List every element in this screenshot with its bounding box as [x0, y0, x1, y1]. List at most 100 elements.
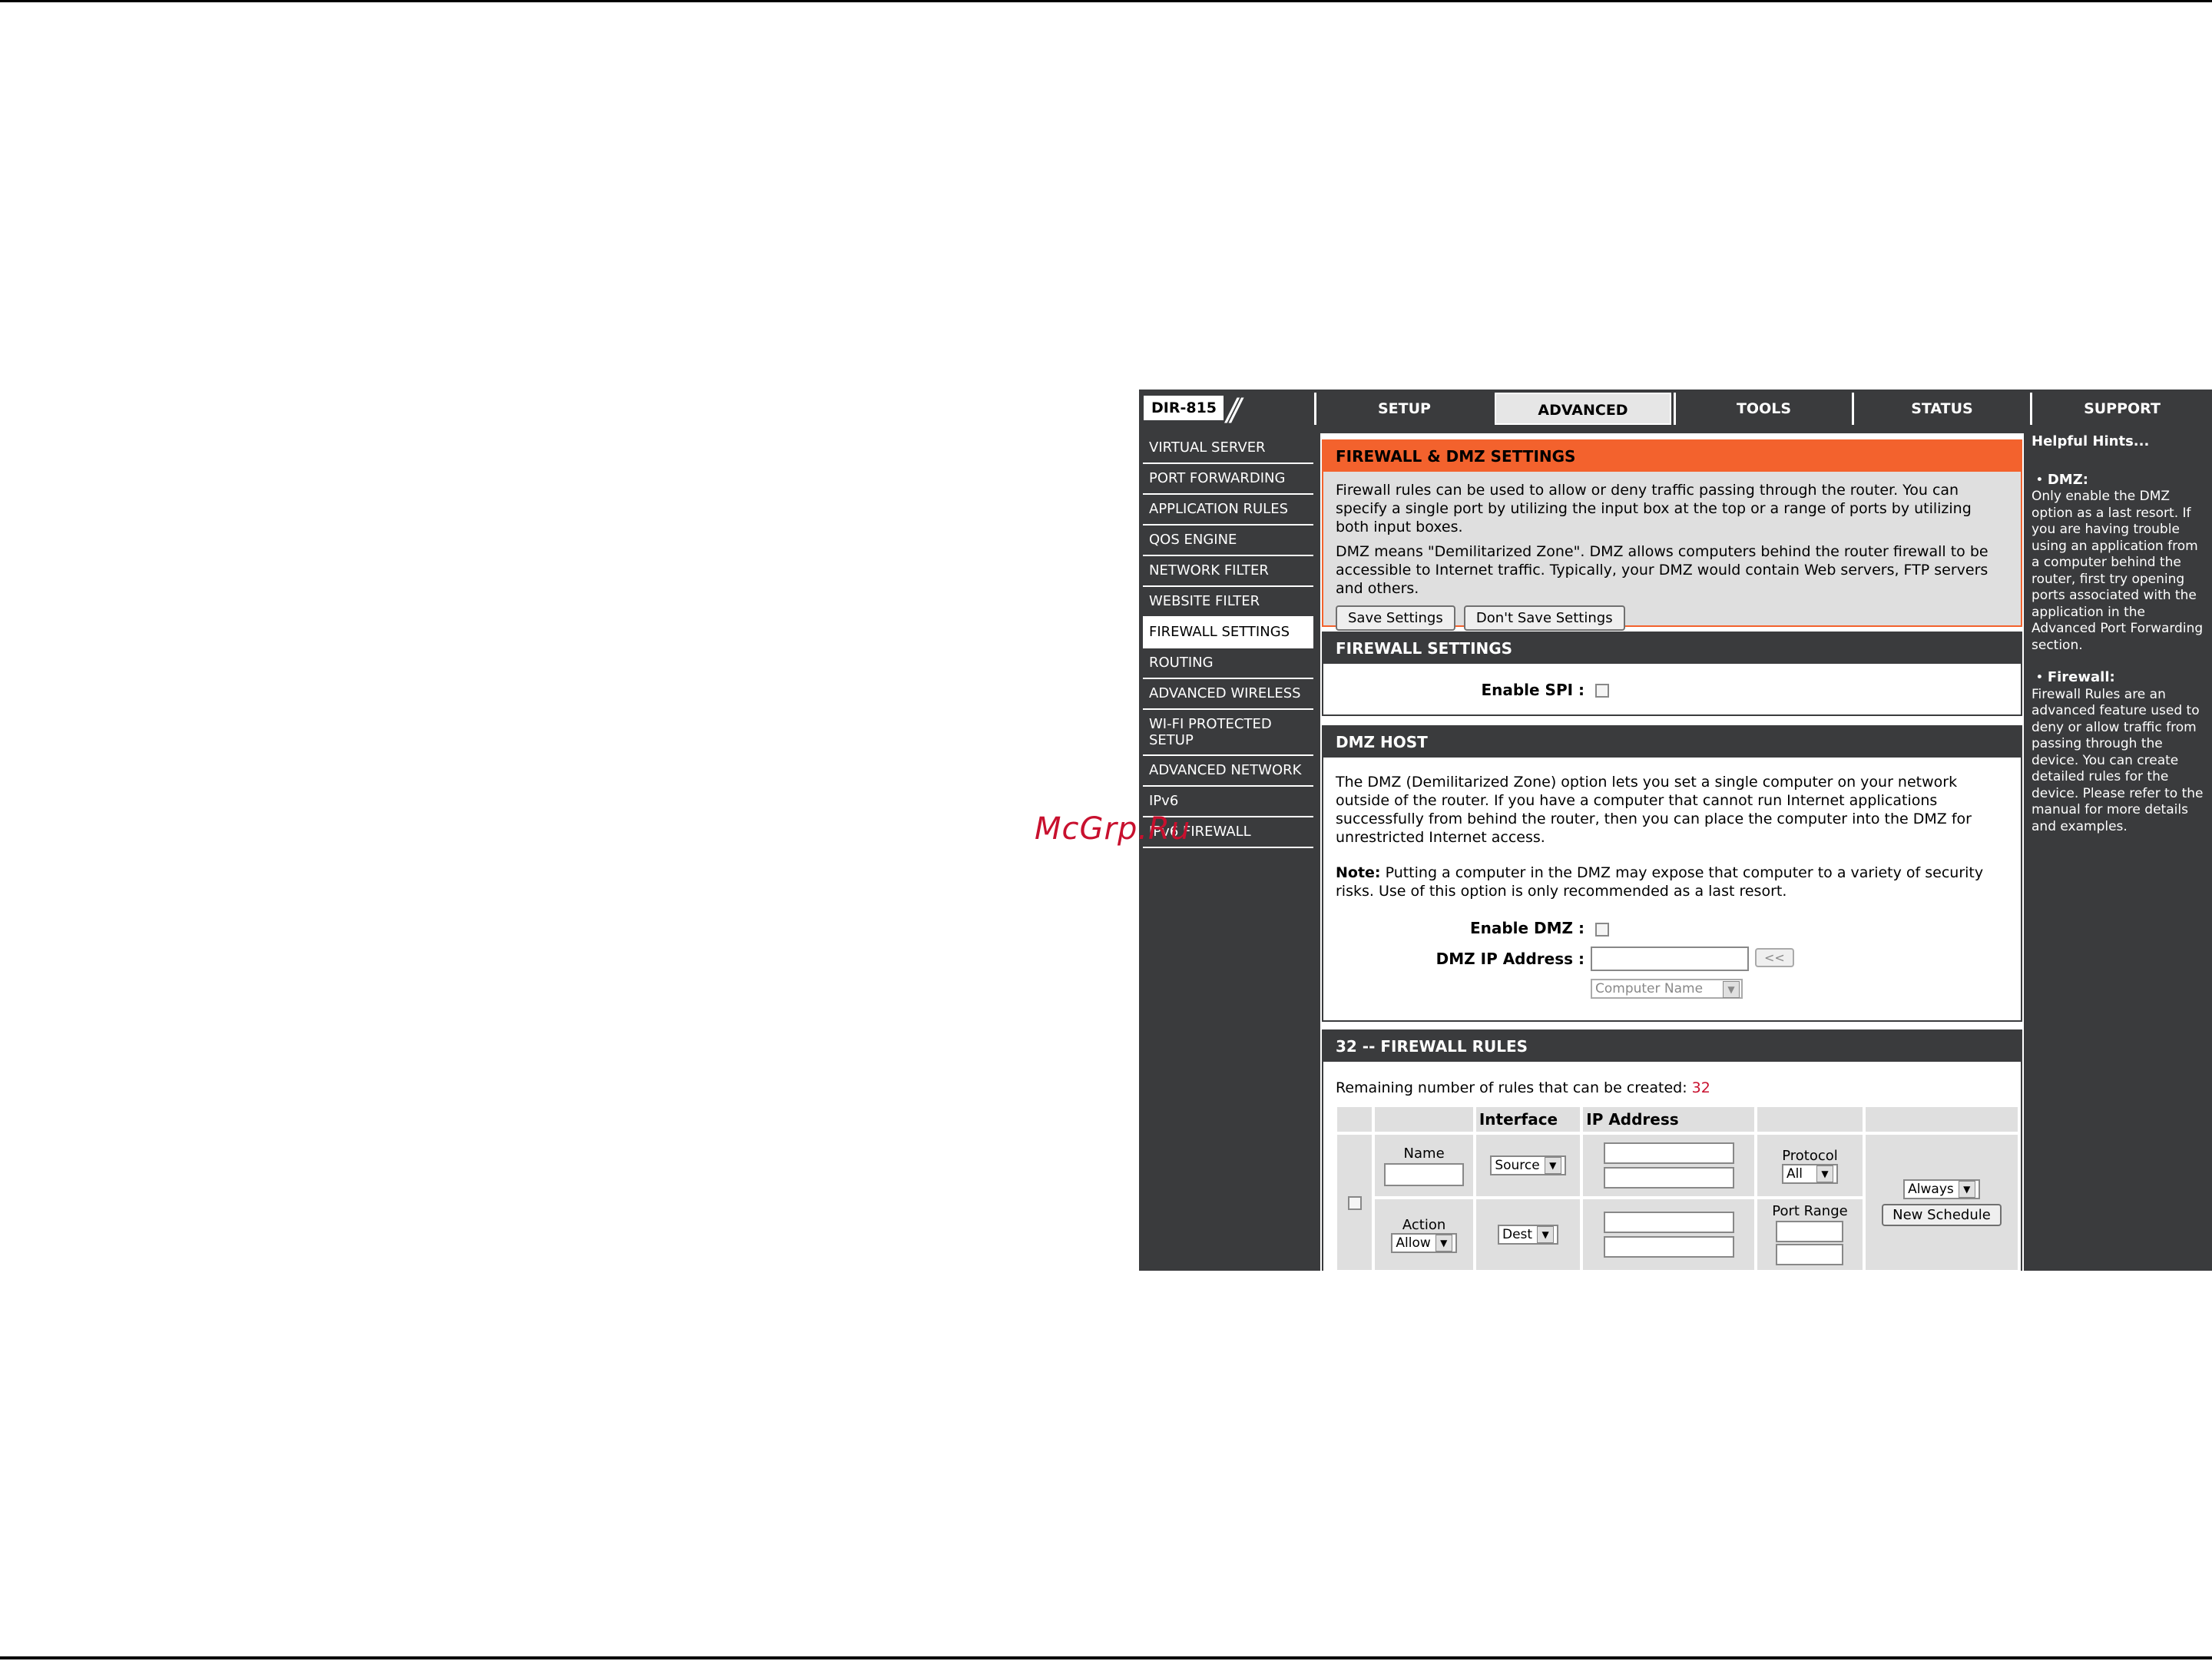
sidebar-item-routing[interactable]: ROUTING [1143, 648, 1313, 679]
new-schedule-button[interactable]: New Schedule [1882, 1203, 2002, 1226]
computer-name-placeholder: Computer Name [1595, 981, 1704, 996]
helpful-hints-title: Helpful Hints... [2032, 433, 2150, 449]
tab-setup[interactable]: SETUP [1314, 393, 1492, 425]
router-admin-page: DIR-815 // SETUP ADVANCED TOOLS STATUS S… [1139, 390, 2212, 1271]
rule-name-input[interactable] [1384, 1162, 1465, 1186]
enable-dmz-checkbox[interactable] [1595, 923, 1609, 937]
dmz-description: The DMZ (Demilitarized Zone) option lets… [1336, 774, 1972, 846]
top-navigation: DIR-815 // SETUP ADVANCED TOOLS STATUS S… [1139, 390, 2212, 428]
sidebar-item-firewall-settings[interactable]: FIREWALL SETTINGS [1143, 618, 1313, 648]
dont-save-settings-button[interactable]: Don't Save Settings [1463, 605, 1625, 631]
enable-spi-checkbox[interactable] [1595, 684, 1609, 698]
rule-name-cell: Name [1375, 1135, 1473, 1196]
main-content: FIREWALL & DMZ SETTINGS Firewall rules c… [1320, 433, 2024, 1271]
header-interface: Interface [1475, 1107, 1581, 1132]
sidebar-item-virtual-server[interactable]: VIRTUAL SERVER [1143, 433, 1313, 464]
sidebar: VIRTUAL SERVER PORT FORWARDING APPLICATI… [1143, 433, 1313, 848]
sidebar-item-qos-engine[interactable]: QOS ENGINE [1143, 525, 1313, 556]
header-ip-address: IP Address [1583, 1107, 1755, 1132]
table-row: Name Source ▼ Protocol All ▼ Always ▼ Ne… [1337, 1135, 2018, 1270]
dmz-ip-label: DMZ IP Address : [1435, 950, 1584, 968]
dest-ip-end-input[interactable] [1603, 1236, 1734, 1258]
sidebar-item-advanced-network[interactable]: ADVANCED NETWORK [1143, 756, 1313, 787]
dest-ip-start-input[interactable] [1603, 1212, 1734, 1233]
action-select[interactable]: Allow ▼ [1391, 1232, 1457, 1253]
tab-support[interactable]: SUPPORT [2030, 393, 2212, 425]
hint-firewall-title: Firewall: [2047, 669, 2115, 685]
tab-status[interactable]: STATUS [1852, 393, 2030, 425]
remaining-rules-count: 32 [1691, 1079, 1710, 1096]
rule-enable-checkbox[interactable] [1347, 1195, 1362, 1210]
model-banner: DIR-815 // [1139, 390, 1314, 428]
hint-firewall-text: Firewall Rules are an advanced feature u… [2032, 686, 2204, 834]
firewall-settings-panel: FIREWALL SETTINGS Enable SPI : [1322, 632, 2022, 716]
header-blank-2 [1375, 1107, 1473, 1132]
header-blank-3 [1757, 1107, 1863, 1132]
save-settings-button[interactable]: Save Settings [1336, 605, 1455, 631]
rule-enable-cell [1337, 1135, 1373, 1270]
source-interface-select[interactable]: Source ▼ [1490, 1155, 1566, 1175]
intro-text-dmz: DMZ means "Demilitarized Zone". DMZ allo… [1336, 543, 1988, 597]
port-range-end-input[interactable] [1776, 1243, 1844, 1265]
source-ip-start-input[interactable] [1603, 1142, 1734, 1164]
sidebar-item-network-filter[interactable]: NETWORK FILTER [1143, 556, 1313, 587]
firewall-rules-panel: 32 -- FIREWALL RULES Remaining number of… [1322, 1029, 2022, 1271]
sidebar-item-port-forwarding[interactable]: PORT FORWARDING [1143, 464, 1313, 495]
port-range-start-input[interactable] [1776, 1220, 1844, 1242]
dmz-ip-input[interactable] [1591, 947, 1749, 971]
sidebar-item-website-filter[interactable]: WEBSITE FILTER [1143, 587, 1313, 618]
hint-firewall: • Firewall: Firewall Rules are an advanc… [2032, 669, 2208, 835]
header-blank-4 [1865, 1107, 2018, 1132]
rule-port-range-cell: Port Range [1757, 1199, 1863, 1270]
page-top-rule [0, 0, 2212, 2]
intro-panel: FIREWALL & DMZ SETTINGS Firewall rules c… [1322, 439, 2022, 631]
tab-advanced[interactable]: ADVANCED [1495, 393, 1671, 425]
chevron-down-icon: ▼ [1435, 1234, 1452, 1252]
table-header-row: Interface IP Address [1337, 1107, 2018, 1132]
rule-action-cell: Action Allow ▼ [1375, 1199, 1473, 1270]
rule-name-label: Name [1403, 1145, 1445, 1162]
chevron-down-icon: ▼ [1544, 1157, 1561, 1174]
rule-source-interface-cell: Source ▼ [1475, 1135, 1581, 1196]
source-ip-end-input[interactable] [1603, 1167, 1734, 1189]
header-blank-1 [1337, 1107, 1373, 1132]
schedule-value: Always [1908, 1181, 1954, 1197]
rule-source-ip-cell [1583, 1135, 1755, 1196]
tab-tools[interactable]: TOOLS [1674, 393, 1852, 425]
intro-text-firewall: Firewall rules can be used to allow or d… [1336, 482, 1972, 535]
watermark: McGrp.Ru [1035, 811, 1191, 847]
chevron-down-icon: ▼ [1816, 1165, 1834, 1182]
page-bottom-rule [0, 1656, 2212, 1659]
source-interface-value: Source [1495, 1158, 1540, 1173]
hint-dmz: • DMZ: Only enable the DMZ option as a l… [2032, 472, 2208, 655]
hint-dmz-title: DMZ: [2047, 471, 2088, 488]
dest-interface-select[interactable]: Dest ▼ [1498, 1225, 1559, 1245]
sidebar-item-application-rules[interactable]: APPLICATION RULES [1143, 495, 1313, 525]
firewall-rules-table: Interface IP Address Name Source ▼ Proto… [1334, 1104, 2021, 1271]
bullet-icon: • [2032, 670, 2048, 685]
rule-dest-ip-cell [1583, 1199, 1755, 1270]
dmz-host-panel: DMZ HOST The DMZ (Demilitarized Zone) op… [1322, 725, 2022, 1022]
spi-label: Enable SPI : [1323, 681, 1584, 699]
schedule-select[interactable]: Always ▼ [1903, 1179, 1980, 1199]
intro-buttons: Save Settings Don't Save Settings [1323, 598, 2021, 631]
brand-slashes-icon: // [1227, 393, 1241, 428]
action-value: Allow [1396, 1235, 1431, 1251]
model-name: DIR-815 [1144, 396, 1224, 420]
dmz-note-text: Putting a computer in the DMZ may expose… [1336, 864, 1984, 900]
sidebar-item-advanced-wireless[interactable]: ADVANCED WIRELESS [1143, 679, 1313, 710]
action-label: Action [1402, 1216, 1446, 1233]
enable-dmz-label: Enable DMZ : [1469, 919, 1584, 937]
remaining-rules-text: Remaining number of rules that can be cr… [1323, 1079, 2021, 1097]
protocol-value: All [1786, 1165, 1803, 1182]
dmz-ip-row: DMZ IP Address : [1323, 950, 1584, 968]
dmz-copy-ip-button[interactable]: << [1755, 948, 1794, 967]
sidebar-item-wifi-protected-setup[interactable]: WI-FI PROTECTED SETUP [1143, 710, 1313, 756]
chevron-down-icon: ▼ [1958, 1180, 1975, 1198]
port-range-label: Port Range [1772, 1202, 1848, 1219]
rule-dest-interface-cell: Dest ▼ [1475, 1199, 1581, 1270]
protocol-select[interactable]: All ▼ [1781, 1163, 1839, 1184]
computer-name-select[interactable]: Computer Name ▼ [1591, 979, 1743, 999]
bullet-icon: • [2032, 472, 2048, 488]
enable-dmz-row: Enable DMZ : [1323, 919, 1584, 937]
